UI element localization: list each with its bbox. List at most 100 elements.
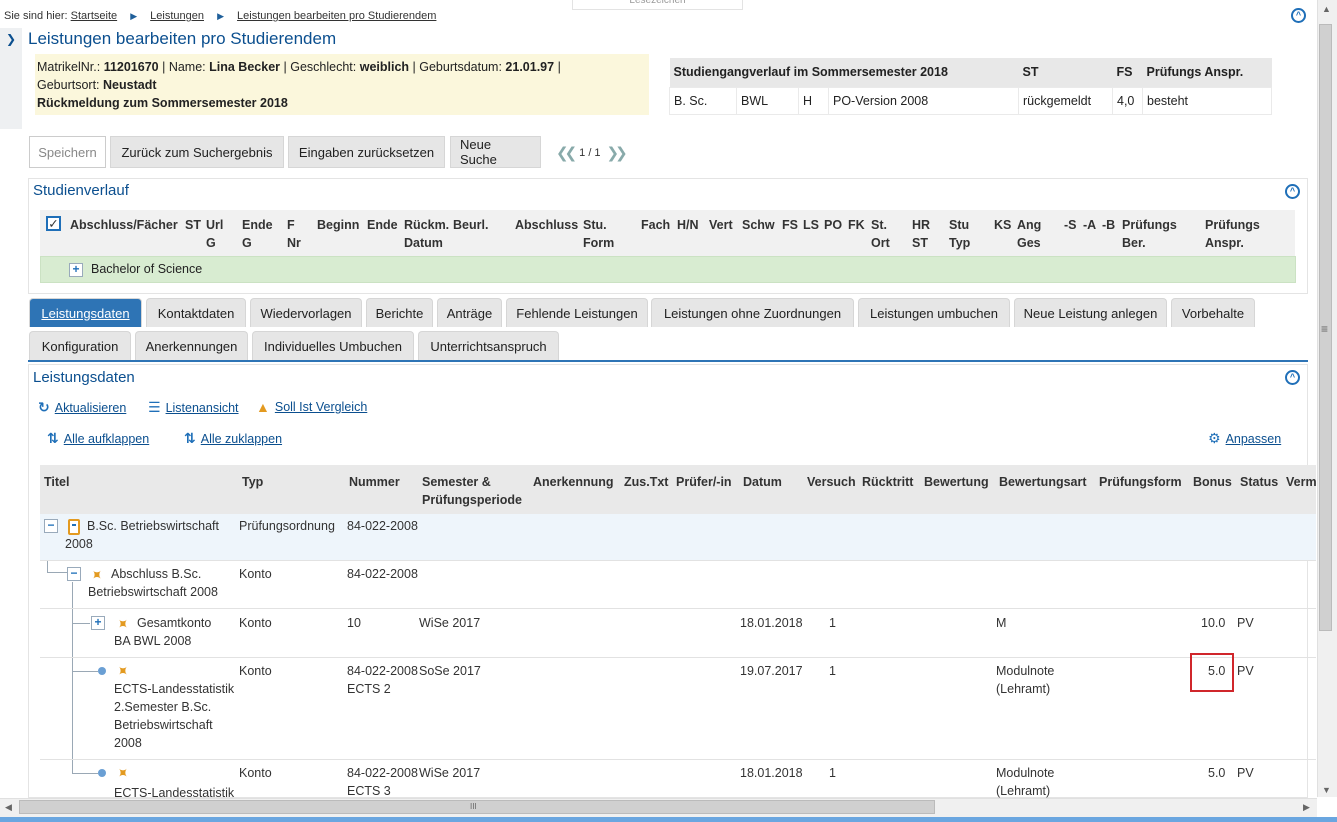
- col-bewertung[interactable]: Bewertung: [924, 473, 989, 491]
- tab-fehlende-leistungen[interactable]: Fehlende Leistungen: [506, 298, 648, 327]
- tab-antraege[interactable]: Anträge: [437, 298, 502, 327]
- customize-button[interactable]: ⚙ Anpassen: [1208, 430, 1281, 447]
- tab-leistungsdaten[interactable]: Leistungsdaten: [29, 298, 142, 327]
- col-datum[interactable]: Datum: [743, 473, 782, 491]
- sv-col: F Nr: [287, 218, 301, 250]
- collapse-icon[interactable]: −: [44, 519, 58, 533]
- row-title[interactable]: ECTS-Landesstatistik 2.Semester B.Sc. Be…: [114, 680, 234, 752]
- row-attempt: 1: [829, 664, 836, 678]
- tab-individuelles-umbuchen[interactable]: Individuelles Umbuchen: [252, 331, 414, 360]
- tab-kontaktdaten[interactable]: Kontaktdaten: [146, 298, 246, 327]
- row-grading-type: M: [996, 616, 1007, 630]
- row-bonus: 10.0: [1201, 616, 1226, 630]
- expand-all-button[interactable]: ⇅ Alle aufklappen: [47, 430, 149, 447]
- row-date: 18.01.2018: [740, 616, 803, 630]
- table-row[interactable]: + ✦ Gesamtkonto BA BWL 2008 Konto 10 WiS…: [40, 609, 1316, 658]
- leaf-dot-icon: [98, 667, 106, 675]
- tab-berichte[interactable]: Berichte: [366, 298, 433, 327]
- collapse-studienverlauf-icon[interactable]: ^: [1285, 184, 1300, 199]
- tab-konfiguration[interactable]: Konfiguration: [29, 331, 131, 360]
- expand-all-icon: ⇅: [47, 430, 59, 446]
- tab-wiedervorlagen[interactable]: Wiedervorlagen: [250, 298, 362, 327]
- gender-label: Geschlecht:: [290, 60, 357, 74]
- row-number: 84-022-2008 ECTS 2: [347, 664, 418, 696]
- feedback-status: Rückmeldung zum Sommersemester 2018: [37, 96, 288, 110]
- target-actual-button[interactable]: ▲ Soll Ist Vergleich: [256, 399, 367, 415]
- col-nummer[interactable]: Nummer: [349, 473, 400, 491]
- new-search-button[interactable]: Neue Suche: [450, 136, 541, 168]
- sv-col: Url G: [206, 218, 224, 250]
- collapse-icon[interactable]: −: [67, 567, 81, 581]
- tab-vorbehalte[interactable]: Vorbehalte: [1171, 298, 1255, 327]
- refresh-button[interactable]: ↻ Aktualisieren: [38, 399, 126, 416]
- first-page-icon[interactable]: ❮❮: [556, 144, 577, 162]
- row-title[interactable]: ECTS-Landesstatistik: [114, 784, 234, 798]
- col-pruefer[interactable]: Prüfer/-in: [676, 473, 732, 491]
- scroll-right-icon[interactable]: ▶: [1303, 802, 1310, 813]
- back-to-results-button[interactable]: Zurück zum Suchergebnis: [110, 136, 284, 168]
- tab-anerkennungen[interactable]: Anerkennungen: [135, 331, 248, 360]
- table-row[interactable]: ✦ ECTS-Landesstatistik 2.Semester B.Sc. …: [40, 658, 1316, 760]
- last-page-icon[interactable]: ❯❯: [607, 144, 628, 162]
- tab-leistungen-umbuchen[interactable]: Leistungen umbuchen: [858, 298, 1010, 327]
- horizontal-grip: III: [470, 802, 477, 811]
- collapse-header-icon[interactable]: ^: [1291, 8, 1306, 23]
- col-bonus[interactable]: Bonus: [1193, 473, 1232, 491]
- sv-col: -A: [1083, 218, 1097, 232]
- tab-neue-leistung-anlegen[interactable]: Neue Leistung anlegen: [1014, 298, 1167, 327]
- col-anerkennung[interactable]: Anerkennung: [533, 473, 614, 491]
- col-verm[interactable]: Verm: [1286, 473, 1317, 491]
- bookmark-tab[interactable]: Lesezeichen: [572, 0, 743, 10]
- sv-col: Rückm. Datum: [404, 218, 450, 250]
- gear-icon: ⚙: [1208, 430, 1221, 446]
- sv-col: FK: [848, 218, 865, 232]
- sv-col: KS: [994, 218, 1012, 232]
- collapse-leistungsdaten-icon[interactable]: ^: [1285, 370, 1300, 385]
- row-title[interactable]: Abschluss B.Sc. Betriebswirtschaft 2008: [88, 565, 218, 601]
- scroll-up-icon[interactable]: ▲: [1322, 4, 1331, 14]
- list-view-button[interactable]: ☰ Listenansicht: [148, 399, 239, 416]
- expand-menu-icon[interactable]: ❯: [6, 32, 16, 46]
- save-button[interactable]: Speichern: [29, 136, 106, 168]
- col-zustxt[interactable]: Zus.Txt: [624, 473, 668, 491]
- col-typ[interactable]: Typ: [242, 473, 263, 491]
- col-ruecktritt[interactable]: Rücktritt: [862, 473, 913, 491]
- studienverlauf-row[interactable]: + Bachelor of Science: [40, 256, 1296, 283]
- row-type: Konto: [239, 766, 272, 780]
- row-title[interactable]: B.Sc. Betriebswirtschaft 2008: [65, 517, 219, 553]
- table-row[interactable]: − ✦ Abschluss B.Sc. Betriebswirtschaft 2…: [40, 561, 1316, 609]
- target-actual-label: Soll Ist Vergleich: [274, 400, 368, 414]
- sv-col: Abschluss/Fächer: [70, 218, 178, 232]
- col-versuch[interactable]: Versuch: [807, 473, 856, 491]
- col-semester[interactable]: Semester & Prüfungsperiode: [422, 473, 522, 509]
- col-pruefungsform[interactable]: Prüfungsform: [1099, 473, 1182, 491]
- breadcrumb-leistungen[interactable]: Leistungen: [150, 10, 204, 22]
- col-status[interactable]: Status: [1240, 473, 1278, 491]
- scroll-down-icon[interactable]: ▼: [1322, 785, 1331, 795]
- row-type: Konto: [239, 664, 272, 678]
- tab-leistungen-ohne-zuordnungen[interactable]: Leistungen ohne Zuordnungen: [651, 298, 854, 327]
- row-bonus: 5.0: [1208, 766, 1226, 780]
- col-bewertungsart[interactable]: Bewertungsart: [999, 473, 1087, 491]
- breadcrumb-current[interactable]: Leistungen bearbeiten pro Studierendem: [237, 10, 436, 22]
- course-table-header: ST: [1018, 58, 1113, 87]
- col-titel[interactable]: Titel: [44, 473, 69, 491]
- table-row[interactable]: − B.Sc. Betriebswirtschaft 2008 Prüfungs…: [40, 514, 1316, 561]
- name-value: Lina Becker: [209, 60, 281, 74]
- tab-unterrichtsanspruch[interactable]: Unterrichtsanspruch: [418, 331, 559, 360]
- row-title[interactable]: Gesamtkonto BA BWL 2008: [114, 614, 211, 650]
- expand-icon[interactable]: +: [69, 263, 83, 277]
- matrikel-value: 11201670: [103, 60, 159, 74]
- row-status: PV: [1237, 766, 1254, 780]
- select-all-checkbox-icon[interactable]: ✓: [46, 216, 61, 231]
- expand-icon[interactable]: +: [91, 616, 105, 630]
- scroll-left-icon[interactable]: ◀: [5, 802, 12, 813]
- horizontal-scroll-thumb[interactable]: [19, 800, 935, 814]
- sv-col: Stu. Form: [583, 218, 615, 250]
- breadcrumb-startseite[interactable]: Startseite: [71, 10, 117, 22]
- reset-inputs-button[interactable]: Eingaben zurücksetzen: [288, 136, 445, 168]
- row-date: 18.01.2018: [740, 766, 803, 780]
- birthdate-label: Geburtsdatum:: [419, 60, 502, 74]
- collapse-all-button[interactable]: ⇅ Alle zuklappen: [184, 430, 282, 447]
- table-row[interactable]: ✦ ECTS-Landesstatistik Konto 84-022-2008…: [40, 760, 1316, 798]
